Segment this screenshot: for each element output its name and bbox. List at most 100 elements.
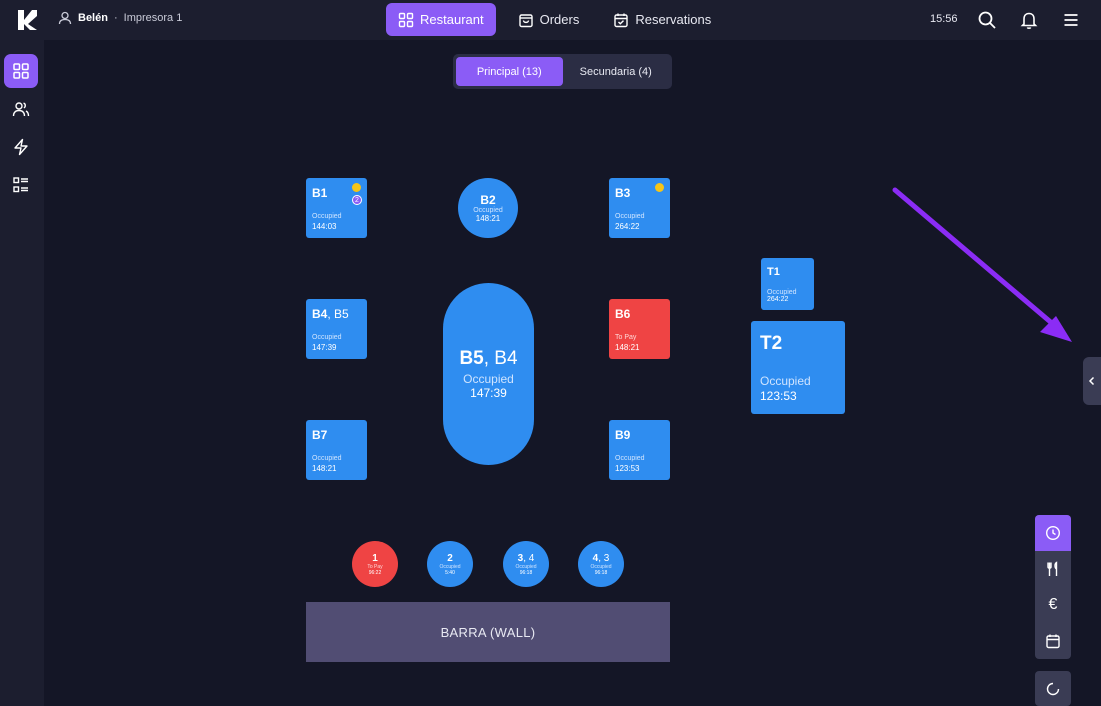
table-b4-name: B4 xyxy=(312,307,328,321)
stool-3-time: 96:18 xyxy=(519,569,533,576)
nav-reservations-label: Reservations xyxy=(635,12,712,27)
clock-icon xyxy=(1045,525,1061,541)
table-t2[interactable]: T2 Occupied 123:53 xyxy=(751,321,845,414)
table-b2[interactable]: B2 Occupied 148:21 xyxy=(458,178,518,238)
table-b7-label: B7 xyxy=(312,428,328,442)
bell-icon[interactable] xyxy=(1019,10,1039,30)
app-logo-icon[interactable] xyxy=(16,8,38,32)
arrow-annotation-icon xyxy=(892,187,1072,342)
bag-icon xyxy=(518,13,533,27)
table-b4-label: B4, B5 xyxy=(312,307,349,321)
top-bar: Belén · Impresora 1 Restaurant Orders Re… xyxy=(0,0,1101,40)
table-b4-time: 147:39 xyxy=(312,343,337,352)
view-calendar-button[interactable] xyxy=(1035,623,1071,659)
table-b1-time: 144:03 xyxy=(312,222,337,231)
tab-secundaria[interactable]: Secundaria (4) xyxy=(563,57,670,86)
table-t2-status: Occupied xyxy=(760,374,811,388)
stool-2-time: 5:40 xyxy=(445,569,455,576)
table-t1-label: T1 xyxy=(767,266,780,278)
search-icon[interactable] xyxy=(977,10,997,30)
table-b1-status: Occupied xyxy=(312,213,342,220)
nav-orders-label: Orders xyxy=(539,12,580,27)
user-info[interactable]: Belén · Impresora 1 xyxy=(58,11,182,25)
table-b5-label: B5, B4 xyxy=(459,348,517,370)
stool-3[interactable]: 3, 4 Occupied 96:18 xyxy=(503,541,549,587)
table-b4-joined: , B5 xyxy=(327,307,349,321)
calendar-check-icon xyxy=(614,13,629,27)
expand-panel-button[interactable] xyxy=(1083,357,1101,405)
chevron-left-icon xyxy=(1088,376,1095,386)
main-nav: Restaurant Orders Reservations xyxy=(386,3,723,36)
table-b1-label: B1 xyxy=(312,186,328,200)
stool-1-time: 96:22 xyxy=(368,569,382,576)
table-b3-time: 264:22 xyxy=(615,222,640,231)
refresh-icon xyxy=(1046,682,1060,695)
sidebar xyxy=(0,40,44,706)
user-separator: · xyxy=(113,12,118,24)
nav-reservations[interactable]: Reservations xyxy=(601,3,723,36)
list-icon xyxy=(13,177,28,193)
stool-2-label: 2 xyxy=(447,552,453,564)
lightning-icon xyxy=(14,138,28,156)
sidebar-item-tables[interactable] xyxy=(4,54,38,88)
stool-4-joined: , 3 xyxy=(598,552,610,564)
stool-3-joined: , 4 xyxy=(523,552,535,564)
clock-time: 15:56 xyxy=(930,13,958,25)
stool-1[interactable]: 1 To Pay 96:22 xyxy=(352,541,398,587)
view-cutlery-button[interactable] xyxy=(1035,551,1071,587)
table-t2-time: 123:53 xyxy=(760,389,797,403)
nav-orders[interactable]: Orders xyxy=(506,3,592,36)
table-b2-time: 148:21 xyxy=(475,214,501,223)
table-t2-label: T2 xyxy=(760,333,783,354)
nav-restaurant-label: Restaurant xyxy=(420,12,484,27)
table-b5[interactable]: B5, B4 Occupied 147:39 xyxy=(443,283,534,465)
printer-name: Impresora 1 xyxy=(123,12,183,24)
floor-tabs: Principal (13) Secundaria (4) xyxy=(453,54,672,89)
stool-3-label: 3, 4 xyxy=(518,553,535,564)
tab-principal[interactable]: Principal (13) xyxy=(456,57,563,86)
nav-restaurant[interactable]: Restaurant xyxy=(386,3,496,36)
grid-icon xyxy=(398,12,414,27)
table-t1[interactable]: T1 Occupied 264:22 xyxy=(761,258,814,310)
table-b4[interactable]: B4, B5 Occupied 147:39 xyxy=(306,299,367,359)
view-time-button[interactable] xyxy=(1035,515,1071,551)
sidebar-item-quick-actions[interactable] xyxy=(4,130,38,164)
table-b5-joined: , B4 xyxy=(483,348,518,369)
stool-4-label: 4, 3 xyxy=(593,553,610,564)
user-name: Belén xyxy=(78,12,108,24)
table-b5-name: B5 xyxy=(459,348,484,369)
table-b2-status: Occupied xyxy=(473,207,503,214)
stool-4-time: 96:18 xyxy=(594,569,608,576)
stool-4[interactable]: 4, 3 Occupied 96:18 xyxy=(578,541,624,587)
bar-wall: BARRA (WALL) xyxy=(306,602,670,662)
table-b9-label: B9 xyxy=(615,428,631,442)
table-b3-label: B3 xyxy=(615,186,631,200)
table-b6-time: 148:21 xyxy=(615,343,640,352)
stool-2[interactable]: 2 Occupied 5:40 xyxy=(427,541,473,587)
table-b7-time: 148:21 xyxy=(312,464,337,473)
table-b2-label: B2 xyxy=(480,193,496,207)
sidebar-item-customers[interactable] xyxy=(4,92,38,126)
table-b6-label: B6 xyxy=(615,307,631,321)
stool-1-label: 1 xyxy=(372,552,378,564)
table-b1[interactable]: B1 2 Occupied 144:03 xyxy=(306,178,367,238)
table-b7-status: Occupied xyxy=(312,455,342,462)
menu-icon[interactable] xyxy=(1061,10,1081,30)
status-dot xyxy=(655,183,664,192)
calendar-icon xyxy=(1046,634,1060,649)
cutlery-icon xyxy=(1047,561,1058,576)
user-icon xyxy=(58,11,72,25)
table-b5-status: Occupied xyxy=(463,372,514,386)
table-b9-status: Occupied xyxy=(615,455,645,462)
sidebar-item-list[interactable] xyxy=(4,168,38,202)
view-price-button[interactable]: € xyxy=(1035,587,1071,623)
table-b5-time: 147:39 xyxy=(470,386,507,400)
users-icon xyxy=(12,102,30,117)
table-b6[interactable]: B6 To Pay 148:21 xyxy=(609,299,670,359)
table-t1-status: Occupied xyxy=(767,289,797,296)
refresh-button[interactable] xyxy=(1035,671,1071,706)
table-b3[interactable]: B3 Occupied 264:22 xyxy=(609,178,670,238)
table-b7[interactable]: B7 Occupied 148:21 xyxy=(306,420,367,480)
table-b9[interactable]: B9 Occupied 123:53 xyxy=(609,420,670,480)
status-dot xyxy=(352,183,361,192)
